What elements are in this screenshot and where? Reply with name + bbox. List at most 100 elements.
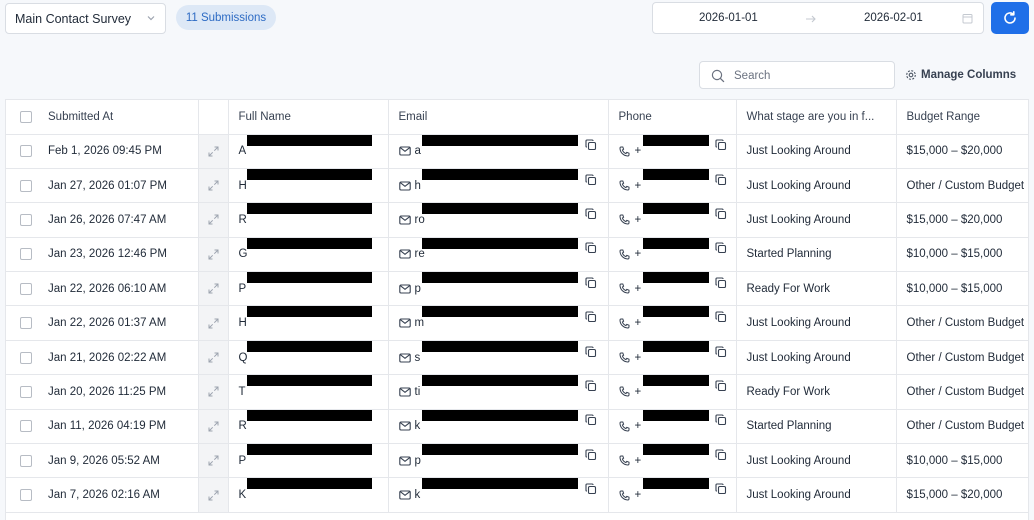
- copy-icon[interactable]: [714, 483, 727, 495]
- date-range-picker[interactable]: 2026-01-01 2026-02-01: [652, 2, 984, 34]
- table-row[interactable]: Jan 22, 2026 06:10 AM P p + Ready For Wo…: [6, 271, 1028, 307]
- row-checkbox[interactable]: [20, 145, 32, 158]
- table-row[interactable]: Jan 21, 2026 02:22 AM Q s + Just Looking…: [6, 340, 1028, 376]
- copy-icon[interactable]: [714, 139, 727, 151]
- row-checkbox[interactable]: [20, 351, 32, 364]
- expand-cell[interactable]: [198, 443, 229, 479]
- expand-row-icon[interactable]: [208, 146, 219, 157]
- table-row[interactable]: Jan 11, 2026 04:19 PM R k + Started Plan…: [6, 409, 1028, 445]
- expand-cell[interactable]: [198, 134, 229, 169]
- expand-cell[interactable]: [198, 374, 229, 410]
- copy-icon[interactable]: [714, 208, 727, 220]
- row-checkbox[interactable]: [20, 317, 32, 330]
- redacted-phone: [642, 237, 709, 249]
- expand-row-icon[interactable]: [208, 490, 219, 501]
- copy-icon[interactable]: [714, 174, 727, 186]
- col-header-budget-range[interactable]: Budget Range: [896, 100, 1028, 135]
- row-checkbox[interactable]: [20, 385, 32, 398]
- expand-cell[interactable]: [198, 271, 229, 307]
- table-row[interactable]: Jan 27, 2026 01:07 PM H h + Just Looking…: [6, 168, 1028, 204]
- date-from[interactable]: 2026-01-01: [699, 12, 758, 24]
- copy-icon[interactable]: [714, 380, 727, 392]
- row-checkbox[interactable]: [20, 420, 32, 433]
- copy-icon[interactable]: [714, 449, 727, 461]
- copy-icon[interactable]: [714, 242, 727, 254]
- copy-icon[interactable]: [714, 345, 727, 358]
- row-checkbox[interactable]: [20, 454, 32, 467]
- select-all-checkbox[interactable]: [20, 110, 32, 123]
- row-checkbox[interactable]: [20, 179, 32, 192]
- expand-cell[interactable]: [198, 409, 229, 445]
- calendar-icon[interactable]: [962, 13, 973, 24]
- row-checkbox[interactable]: [20, 282, 32, 295]
- expand-row-icon[interactable]: [208, 214, 219, 225]
- table-row[interactable]: Jan 26, 2026 07:47 AM R ro + Just Lookin…: [6, 202, 1028, 238]
- copy-icon[interactable]: [584, 208, 597, 220]
- table-row[interactable]: Jan 7, 2026 02:16 AM K k + Just Looking …: [6, 477, 1028, 513]
- table-row[interactable]: Jan 23, 2026 12:46 PM G re + Started Pla…: [6, 237, 1028, 273]
- stage-cell: Started Planning: [736, 237, 897, 273]
- expand-row-icon[interactable]: [208, 386, 219, 397]
- copy-icon[interactable]: [584, 311, 597, 323]
- col-header-submitted-at[interactable]: Submitted At: [38, 100, 199, 135]
- survey-select[interactable]: Main Contact Survey: [5, 3, 166, 34]
- copy-icon[interactable]: [584, 449, 597, 461]
- col-header-email[interactable]: Email: [388, 100, 609, 135]
- expand-row-icon[interactable]: [208, 455, 219, 466]
- full-name-cell: P: [228, 443, 389, 479]
- name-initial: A: [238, 145, 247, 158]
- expand-cell[interactable]: [198, 237, 229, 273]
- manage-columns-button[interactable]: Manage Columns: [905, 67, 1016, 83]
- copy-icon[interactable]: [584, 277, 597, 289]
- copy-icon[interactable]: [584, 139, 597, 151]
- redacted-phone: [642, 202, 709, 215]
- table-row[interactable]: Jan 22, 2026 01:37 AM H m + Just Looking…: [6, 305, 1028, 341]
- row-checkbox[interactable]: [20, 248, 32, 261]
- copy-icon[interactable]: [584, 174, 597, 186]
- copy-icon[interactable]: [714, 277, 727, 289]
- search-box[interactable]: [699, 61, 895, 89]
- redacted-email: [421, 134, 578, 146]
- phone-cell: +: [608, 374, 737, 410]
- email-cell: h: [388, 168, 609, 204]
- expand-cell[interactable]: [198, 168, 229, 204]
- submitted-at-cell: Jan 21, 2026 02:22 AM: [38, 340, 199, 376]
- expand-row-icon[interactable]: [208, 180, 219, 191]
- copy-icon[interactable]: [584, 483, 597, 495]
- table-row[interactable]: Jan 20, 2026 11:25 PM T ti + Ready For W…: [6, 374, 1028, 410]
- email-initial: k: [414, 420, 421, 433]
- copy-icon[interactable]: [584, 414, 597, 426]
- redacted-name: [246, 202, 372, 215]
- table-row[interactable]: Feb 1, 2026 09:45 PM A a + Just Looking …: [6, 134, 1028, 169]
- expand-row-icon[interactable]: [208, 249, 219, 260]
- copy-icon[interactable]: [714, 311, 727, 323]
- table-row[interactable]: Jan 9, 2026 05:52 AM P p + Just Looking …: [6, 443, 1028, 479]
- expand-cell[interactable]: [198, 340, 229, 376]
- full-name-cell: R: [228, 202, 389, 238]
- stage-cell: Started Planning: [736, 409, 897, 445]
- email-cell: p: [388, 443, 609, 479]
- expand-row-icon[interactable]: [208, 421, 219, 432]
- row-checkbox[interactable]: [20, 213, 32, 226]
- redacted-email: [421, 202, 578, 215]
- budget-cell: $10,000 – $15,000: [896, 443, 1028, 479]
- col-header-full-name[interactable]: Full Name: [228, 100, 389, 135]
- refresh-button[interactable]: [991, 2, 1029, 34]
- expand-cell[interactable]: [198, 202, 229, 238]
- row-checkbox[interactable]: [20, 489, 32, 502]
- copy-icon[interactable]: [714, 414, 727, 426]
- expand-row-icon[interactable]: [208, 283, 219, 294]
- copy-icon[interactable]: [584, 345, 597, 358]
- date-to[interactable]: 2026-02-01: [864, 12, 923, 24]
- full-name-cell: H: [228, 168, 389, 204]
- copy-icon[interactable]: [584, 380, 597, 392]
- expand-cell[interactable]: [198, 477, 229, 513]
- col-header-phone[interactable]: Phone: [608, 100, 737, 135]
- copy-icon[interactable]: [584, 242, 597, 254]
- search-input[interactable]: [734, 67, 884, 85]
- phone-icon: [618, 283, 629, 294]
- col-header-stage[interactable]: What stage are you in f...: [736, 100, 897, 135]
- expand-row-icon[interactable]: [208, 352, 219, 363]
- expand-row-icon[interactable]: [208, 318, 219, 329]
- expand-cell[interactable]: [198, 305, 229, 341]
